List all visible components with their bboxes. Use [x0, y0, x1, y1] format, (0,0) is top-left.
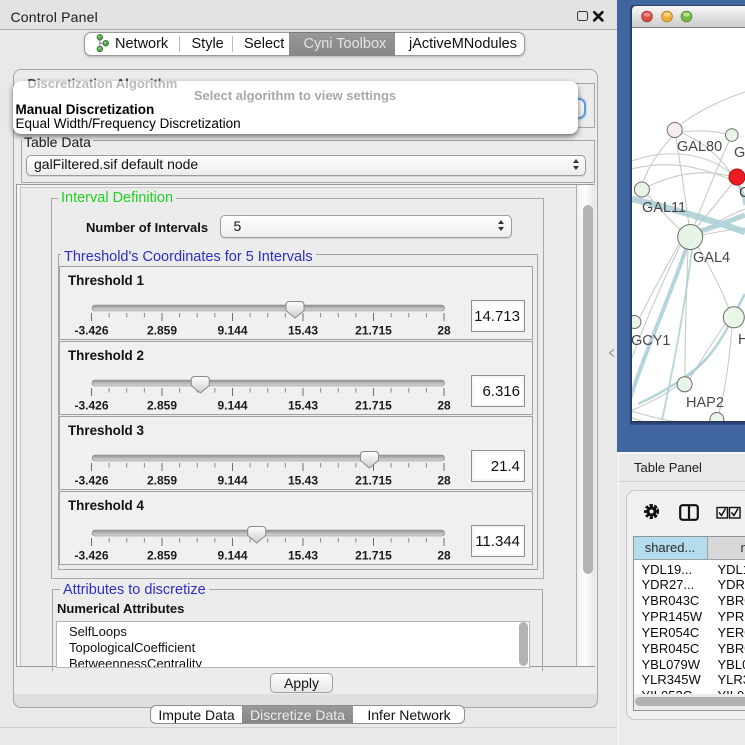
svg-text:15.43: 15.43: [288, 473, 318, 487]
svg-text:GA: GA: [734, 145, 745, 161]
svg-text:28: 28: [437, 473, 451, 487]
svg-text:2.859: 2.859: [147, 323, 177, 337]
svg-text:9.144: 9.144: [217, 323, 247, 337]
svg-text:GAL80: GAL80: [677, 139, 722, 155]
svg-text:GCY1: GCY1: [632, 333, 671, 349]
svg-text:15.43: 15.43: [288, 548, 318, 562]
svg-text:HAP2: HAP2: [686, 395, 724, 411]
svg-text:GAL11: GAL11: [642, 200, 686, 216]
svg-text:-3.426: -3.426: [74, 398, 108, 412]
svg-text:9.144: 9.144: [217, 473, 247, 487]
svg-text:21.715: 21.715: [355, 548, 392, 562]
svg-text:28: 28: [437, 548, 451, 562]
svg-text:-3.426: -3.426: [74, 473, 108, 487]
svg-text:C: C: [739, 185, 745, 201]
svg-text:15.43: 15.43: [288, 323, 318, 337]
svg-text:-3.426: -3.426: [74, 548, 108, 562]
svg-text:21.715: 21.715: [355, 473, 392, 487]
svg-text:GAL4: GAL4: [693, 250, 730, 266]
svg-text:21.715: 21.715: [355, 323, 392, 337]
svg-text:28: 28: [437, 323, 451, 337]
svg-text:28: 28: [437, 398, 451, 412]
svg-text:-3.426: -3.426: [74, 323, 108, 337]
svg-text:2.859: 2.859: [147, 473, 177, 487]
svg-text:21.715: 21.715: [355, 398, 392, 412]
svg-text:2.859: 2.859: [147, 548, 177, 562]
svg-text:9.144: 9.144: [217, 398, 247, 412]
svg-text:15.43: 15.43: [288, 398, 318, 412]
svg-text:2.859: 2.859: [147, 398, 177, 412]
svg-text:H: H: [738, 332, 745, 348]
svg-text:9.144: 9.144: [217, 548, 247, 562]
